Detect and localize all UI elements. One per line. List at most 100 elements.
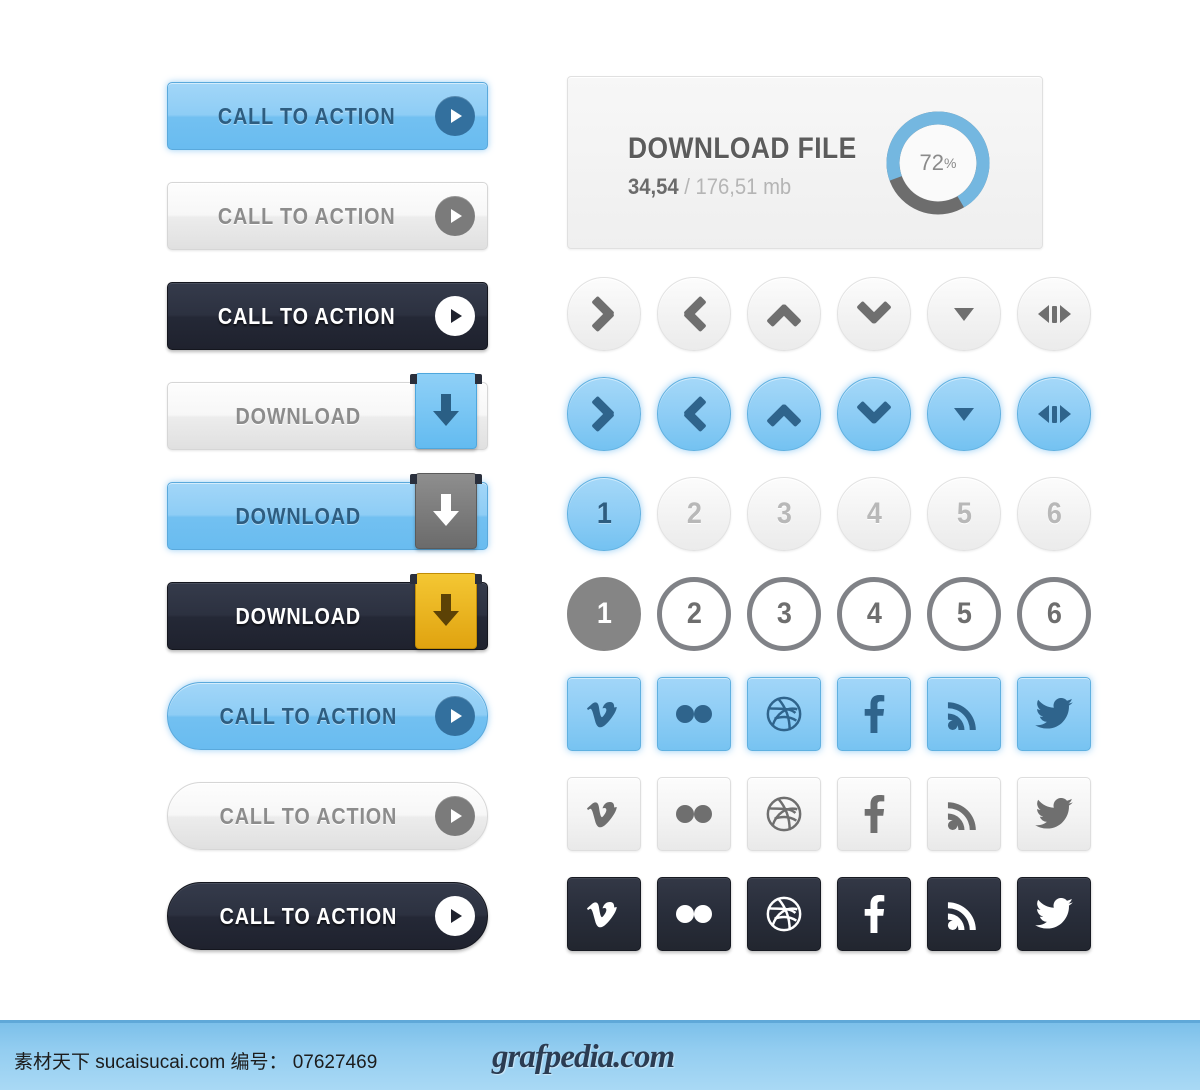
chevron-left-icon (589, 295, 619, 333)
facebook-icon (863, 795, 885, 833)
twitter-button[interactable] (1017, 777, 1091, 851)
page-number: 5 (956, 597, 972, 630)
vimeo-button[interactable] (567, 877, 641, 951)
dribbble-button[interactable] (747, 677, 821, 751)
social-row-light (567, 777, 1091, 851)
dropdown-button[interactable] (927, 277, 1001, 351)
chevron-right-icon (679, 395, 709, 433)
expand-horizontal-icon (1037, 305, 1071, 323)
arrow-right-button[interactable] (657, 277, 731, 351)
twitter-button[interactable] (1017, 677, 1091, 751)
arrow-left-button[interactable] (567, 377, 641, 451)
buttons-column: CALL TO ACTION CALL TO ACTION CALL TO AC… (167, 82, 492, 982)
download-button-dark[interactable]: DOWNLOAD (167, 573, 488, 650)
rss-icon (947, 897, 981, 931)
page-number: 6 (1046, 497, 1062, 530)
facebook-button[interactable] (837, 677, 911, 751)
flickr-button[interactable] (657, 877, 731, 951)
arrow-right-button[interactable] (657, 377, 731, 451)
footer-bar: 素材天下 sucaisucai.com 编号： 07627469 grafped… (0, 1020, 1200, 1090)
page-button[interactable]: 2 (657, 477, 731, 551)
expand-button[interactable] (1017, 277, 1091, 351)
rss-button[interactable] (927, 677, 1001, 751)
rss-button[interactable] (927, 777, 1001, 851)
button-label: CALL TO ACTION (217, 202, 396, 229)
page-button[interactable]: 5 (927, 477, 1001, 551)
download-arrow-icon (410, 373, 482, 449)
button-label: CALL TO ACTION (219, 802, 398, 829)
pagination-outline: 1 2 3 4 5 6 (567, 577, 1091, 651)
twitter-icon (1035, 898, 1073, 930)
expand-button[interactable] (1017, 377, 1091, 451)
twitter-button[interactable] (1017, 877, 1091, 951)
dropdown-button[interactable] (927, 377, 1001, 451)
arrow-up-button[interactable] (747, 377, 821, 451)
facebook-button[interactable] (837, 777, 911, 851)
arrow-left-button[interactable] (567, 277, 641, 351)
chevron-up-icon (766, 399, 802, 429)
download-file-text: DOWNLOAD FILE 34,54 / 176,51 mb (628, 132, 888, 200)
chevron-down-icon (856, 399, 892, 429)
play-icon (423, 296, 487, 336)
vimeo-icon (587, 897, 621, 931)
dribbble-icon (765, 895, 803, 933)
arrow-row-blue (567, 377, 1091, 451)
chevron-left-icon (589, 395, 619, 433)
page-number: 2 (686, 497, 702, 530)
page-number: 4 (866, 497, 882, 530)
arrow-up-button[interactable] (747, 277, 821, 351)
page-number: 5 (956, 497, 972, 530)
facebook-icon (863, 695, 885, 733)
page-button[interactable]: 3 (747, 477, 821, 551)
cta-button-blue[interactable]: CALL TO ACTION (167, 82, 488, 150)
page-button[interactable]: 4 (837, 577, 911, 651)
page-number: 3 (776, 497, 792, 530)
page-button[interactable]: 6 (1017, 577, 1091, 651)
vimeo-icon (587, 697, 621, 731)
arrow-down-button[interactable] (837, 277, 911, 351)
play-icon (423, 796, 487, 836)
page-button[interactable]: 5 (927, 577, 1001, 651)
button-label: CALL TO ACTION (217, 102, 396, 129)
dribbble-icon (765, 795, 803, 833)
page-button[interactable]: 4 (837, 477, 911, 551)
facebook-icon (863, 895, 885, 933)
page-number: 2 (686, 597, 702, 630)
size-separator: / (678, 174, 696, 199)
panel-title: DOWNLOAD FILE (628, 132, 857, 165)
cta-button-dark[interactable]: CALL TO ACTION (167, 282, 488, 350)
page-button[interactable]: 3 (747, 577, 821, 651)
page-number: 1 (596, 597, 612, 630)
flickr-icon (674, 903, 714, 925)
cta-pill-light[interactable]: CALL TO ACTION (167, 782, 488, 850)
play-icon (423, 696, 487, 736)
flickr-icon (674, 703, 714, 725)
vimeo-button[interactable] (567, 677, 641, 751)
flickr-button[interactable] (657, 777, 731, 851)
progress-percent: 72% (886, 111, 990, 215)
cta-pill-dark[interactable]: CALL TO ACTION (167, 882, 488, 950)
chevron-right-icon (679, 295, 709, 333)
arrow-down-button[interactable] (837, 377, 911, 451)
download-button-light[interactable]: DOWNLOAD (167, 373, 488, 450)
page-button[interactable]: 6 (1017, 477, 1091, 551)
dribbble-button[interactable] (747, 877, 821, 951)
button-label: CALL TO ACTION (219, 902, 398, 929)
rss-icon (947, 697, 981, 731)
triangle-down-icon (954, 307, 974, 321)
page-button-active[interactable]: 1 (567, 577, 641, 651)
page-button[interactable]: 2 (657, 577, 731, 651)
cta-pill-blue[interactable]: CALL TO ACTION (167, 682, 488, 750)
facebook-button[interactable] (837, 877, 911, 951)
widgets-column: DOWNLOAD FILE 34,54 / 176,51 mb 72% 1 2 … (567, 76, 1091, 977)
cta-button-light[interactable]: CALL TO ACTION (167, 182, 488, 250)
rss-button[interactable] (927, 877, 1001, 951)
rss-icon (947, 797, 981, 831)
download-button-blue[interactable]: DOWNLOAD (167, 473, 488, 550)
play-icon (423, 96, 487, 136)
flickr-button[interactable] (657, 677, 731, 751)
vimeo-button[interactable] (567, 777, 641, 851)
page-number: 1 (596, 497, 612, 530)
dribbble-button[interactable] (747, 777, 821, 851)
page-button-active[interactable]: 1 (567, 477, 641, 551)
